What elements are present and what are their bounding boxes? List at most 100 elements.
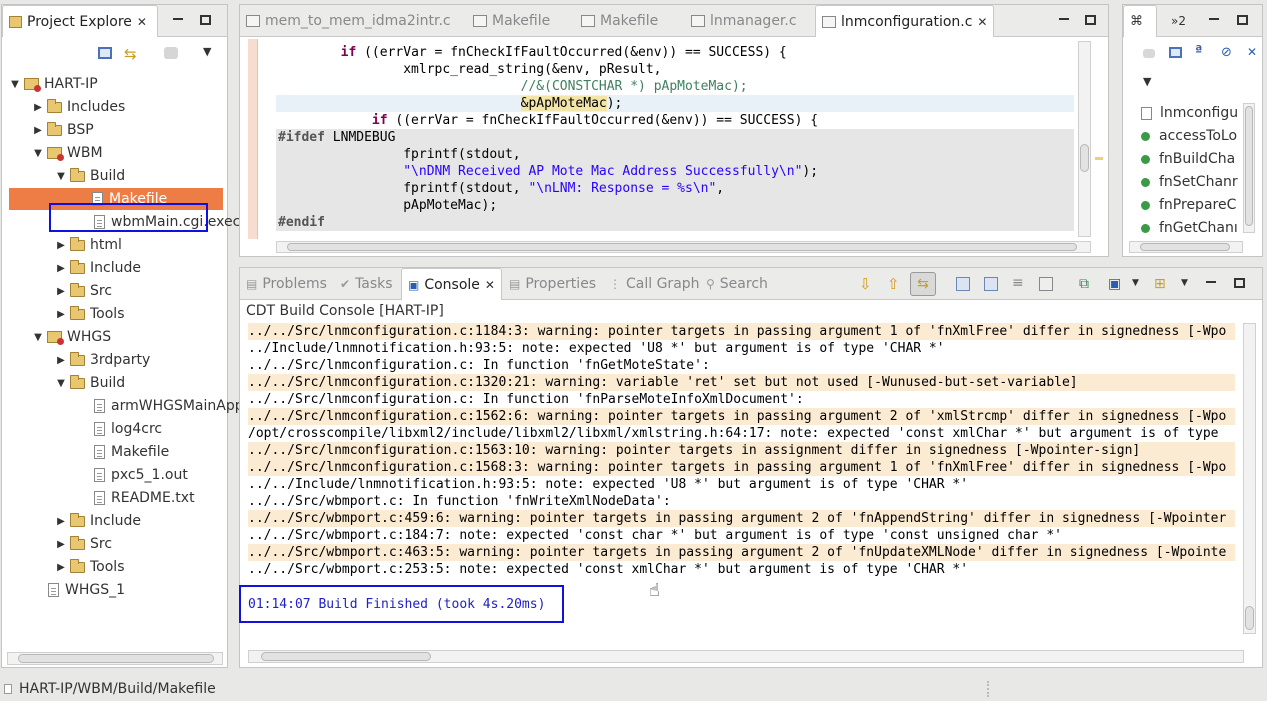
tab-lnmconfiguration[interactable]: lnmconfiguration.c ✕ xyxy=(815,5,995,37)
new-console-icon[interactable]: ⊞ xyxy=(1154,276,1166,292)
expand-arrow-icon[interactable]: ▼ xyxy=(55,378,67,389)
tree-item[interactable]: ▼ HART-IP xyxy=(7,73,98,95)
console-horizontal-scrollbar[interactable] xyxy=(248,650,1244,663)
word-wrap-icon[interactable]: ≡ xyxy=(1012,275,1024,291)
tree-item[interactable]: WHGS_1 xyxy=(30,579,125,601)
scrollbar-thumb[interactable] xyxy=(1245,106,1253,226)
collapse-arrow-icon[interactable]: ▶ xyxy=(55,516,67,527)
tab-search[interactable]: ⚲ Search xyxy=(706,268,768,300)
tree-item[interactable]: ▶ 3rdparty xyxy=(53,349,150,371)
tree-item[interactable]: ▶ Src xyxy=(53,280,112,302)
link-with-editor-icon[interactable]: ⇆ xyxy=(124,45,137,63)
tab-problems[interactable]: ▤ Problems xyxy=(246,268,327,300)
display-console-icon[interactable]: ▣ xyxy=(1108,276,1121,292)
editor-vertical-scrollbar[interactable] xyxy=(1078,41,1091,237)
collapse-arrow-icon[interactable]: ▶ xyxy=(55,562,67,573)
tree-item[interactable]: ▼ WHGS xyxy=(30,326,111,348)
previous-annotation-icon[interactable]: ⇧ xyxy=(887,275,900,293)
scrollbar-thumb[interactable] xyxy=(1080,144,1089,172)
pin-console-icon[interactable] xyxy=(984,277,998,291)
expand-arrow-icon[interactable]: ▼ xyxy=(32,332,44,343)
tab-mem-to-mem[interactable]: mem_to_mem_idma2intr.c xyxy=(246,5,451,37)
minimize-icon[interactable] xyxy=(173,18,183,20)
next-annotation-icon[interactable]: ⇩ xyxy=(859,275,872,293)
outline-item[interactable]: lnmconfigu xyxy=(1141,102,1238,124)
collapse-arrow-icon[interactable]: ▶ xyxy=(55,539,67,550)
tree-item[interactable]: ▶ Src xyxy=(53,533,112,555)
tree-item[interactable]: Makefile xyxy=(76,441,169,463)
expand-arrow-icon[interactable]: ▼ xyxy=(55,171,67,182)
outline-item[interactable]: fnSetChanr xyxy=(1141,171,1238,193)
chevron-down-icon[interactable]: ▼ xyxy=(1181,278,1188,288)
outline-vertical-scrollbar[interactable] xyxy=(1243,103,1255,233)
tab-project-explorer[interactable]: Project Explore ✕ xyxy=(2,5,158,37)
close-icon[interactable]: ✕ xyxy=(485,278,495,292)
tree-item[interactable]: ▼ Build xyxy=(53,165,125,187)
tree-item[interactable]: ▶ Tools xyxy=(53,303,125,325)
maximize-icon[interactable] xyxy=(1085,15,1096,25)
tab-lnmanager[interactable]: lnmanager.c xyxy=(691,5,797,37)
collapse-arrow-icon[interactable]: ▶ xyxy=(55,355,67,366)
tree-item[interactable]: ▶ Includes xyxy=(30,96,125,118)
scrollbar-thumb[interactable] xyxy=(287,243,1077,251)
tree-item[interactable]: pxc5_1.out xyxy=(76,464,188,486)
tab-properties[interactable]: ▤ Properties xyxy=(509,268,596,300)
link-icon[interactable]: ⇆ xyxy=(910,272,936,296)
tree-item[interactable]: ▶ Include xyxy=(53,510,141,532)
horizontal-scrollbar[interactable] xyxy=(7,652,223,665)
maximize-icon[interactable] xyxy=(1234,278,1245,288)
collapse-arrow-icon[interactable]: ▶ xyxy=(32,125,44,136)
console-vertical-scrollbar[interactable] xyxy=(1243,323,1256,634)
outline-item[interactable]: fnPrepareC xyxy=(1141,194,1236,216)
collapse-arrow-icon[interactable]: ▶ xyxy=(55,286,67,297)
outline-item[interactable]: accessToLo xyxy=(1141,125,1237,147)
clear-console-icon[interactable] xyxy=(1039,277,1053,291)
expand-arrow-icon[interactable]: ▼ xyxy=(9,79,21,90)
tree-item[interactable]: ▶ BSP xyxy=(30,119,94,141)
tab-makefile-1[interactable]: Makefile xyxy=(473,5,550,37)
outline-horizontal-scrollbar[interactable] xyxy=(1129,241,1243,253)
collapse-arrow-icon[interactable]: ▶ xyxy=(32,102,44,113)
maximize-icon[interactable] xyxy=(200,15,211,25)
tree-item[interactable]: ▶ html xyxy=(53,234,122,256)
tree-item[interactable]: ▶ Tools xyxy=(53,556,125,578)
scroll-lock-icon[interactable] xyxy=(956,277,970,291)
collapse-arrow-icon[interactable]: ▶ xyxy=(55,309,67,320)
tab-makefile-2[interactable]: Makefile xyxy=(581,5,658,37)
minimize-icon[interactable] xyxy=(1059,18,1069,20)
collapse-arrow-icon[interactable]: ▶ xyxy=(55,240,67,251)
tree-item[interactable]: README.txt xyxy=(76,487,195,509)
maximize-icon[interactable] xyxy=(1237,15,1248,25)
minimize-icon[interactable] xyxy=(1209,18,1219,20)
tree-item[interactable]: ▼ WBM xyxy=(30,142,103,164)
view-menu-icon[interactable]: ▼ xyxy=(203,45,211,58)
view-menu-icon[interactable]: ▼ xyxy=(1143,75,1151,88)
hide-fields-icon[interactable] xyxy=(1143,49,1155,58)
scrollbar-thumb[interactable] xyxy=(1140,243,1230,251)
scrollbar-thumb[interactable] xyxy=(261,652,431,661)
outline-item[interactable]: fnGetChanı xyxy=(1141,217,1238,237)
tab-tasks[interactable]: ✔ Tasks xyxy=(340,268,393,300)
collapse-arrow-icon[interactable]: ▶ xyxy=(55,263,67,274)
expand-arrow-icon[interactable]: ▼ xyxy=(32,148,44,159)
tree-item[interactable]: armWHGSMainApp xyxy=(76,395,244,417)
hide-static-icon[interactable]: ⊘ xyxy=(1221,45,1232,60)
collapse-all-icon[interactable] xyxy=(1169,47,1182,58)
tab-console[interactable]: ▣ Console ✕ xyxy=(401,268,502,300)
code-area[interactable]: if ((errVar = fnCheckIfFaultOccurred(&en… xyxy=(276,44,1074,240)
tab-call-graph[interactable]: ⋮ Call Graph xyxy=(609,268,700,300)
minimize-icon[interactable] xyxy=(1206,281,1216,283)
filter-icon[interactable]: ✕ xyxy=(1247,45,1257,59)
sort-icon[interactable]: ª xyxy=(1195,44,1202,59)
tree-item[interactable]: ▶ Include xyxy=(53,257,141,279)
close-icon[interactable]: ✕ xyxy=(137,15,147,29)
close-icon[interactable]: ✕ xyxy=(977,15,987,29)
chevron-down-icon[interactable]: ▼ xyxy=(1132,278,1139,288)
scrollbar-thumb[interactable] xyxy=(18,654,214,663)
scrollbar-thumb[interactable] xyxy=(1245,606,1254,630)
tab-outline[interactable]: ⌘ xyxy=(1123,5,1157,37)
outline-item[interactable]: fnBuildCha xyxy=(1141,148,1235,170)
tab-more-views[interactable]: »2 xyxy=(1171,5,1186,37)
tree-item[interactable]: ▼ Build xyxy=(53,372,125,394)
tree-item[interactable]: log4crc xyxy=(76,418,162,440)
